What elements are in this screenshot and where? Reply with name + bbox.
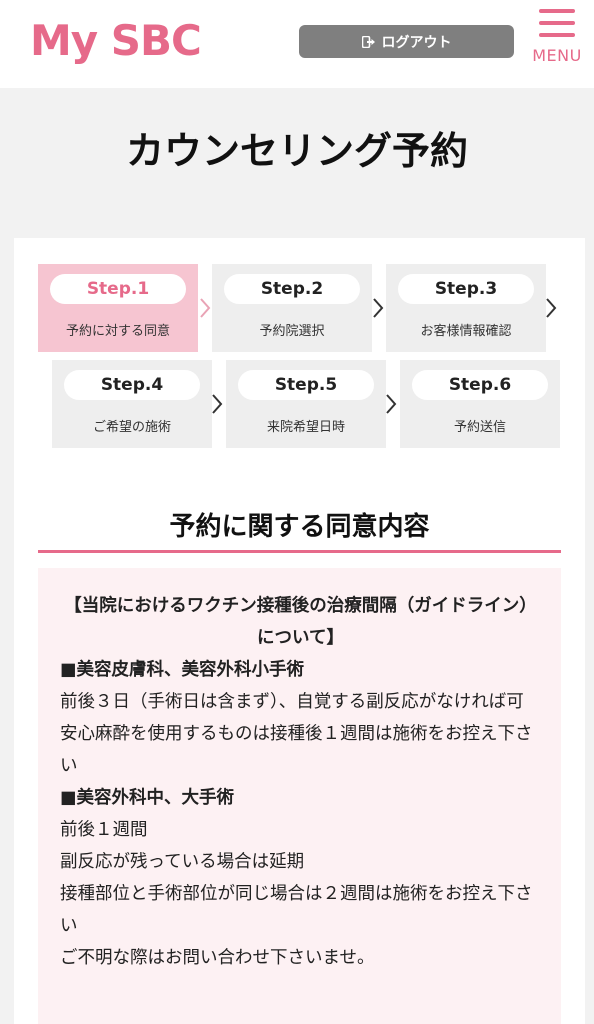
step-2: Step.2 予約院選択 xyxy=(212,264,372,352)
consent-closing: ご不明な際はお問い合わせ下さいませ。 xyxy=(60,948,375,968)
step-5: Step.5 来院希望日時 xyxy=(226,360,386,448)
step-number: Step.2 xyxy=(224,274,360,304)
step-4: Step.4 ご希望の施術 xyxy=(52,360,212,448)
consent-text: 安心麻酔を使用するものは接種後１週間は施術をお控え下さい xyxy=(60,724,533,776)
consent-content: 【当院におけるワクチン接種後の治療間隔（ガイドライン）について】 ■美容皮膚科、… xyxy=(38,568,561,1024)
step-1: Step.1 予約に対する同意 xyxy=(38,264,198,352)
step-label: 予約送信 xyxy=(453,420,506,435)
step-label: お客様情報確認 xyxy=(420,324,512,339)
consent-text: 前後３日（手術日は含まず）、自覚する副反応がなければ可 xyxy=(60,692,524,712)
chevron-right-icon xyxy=(200,298,211,318)
consent-text: 接種部位と手術部位が同じ場合は２週間は施術をお控え下さい xyxy=(60,884,533,936)
site-logo[interactable]: My SBC xyxy=(30,16,202,65)
section-divider xyxy=(38,550,561,553)
menu-label: MENU xyxy=(532,46,582,65)
major-surgery-title: ■美容外科中、大手術 xyxy=(60,788,235,808)
chevron-right-icon xyxy=(386,394,397,414)
logout-icon xyxy=(361,35,376,48)
step-label: 予約に対する同意 xyxy=(65,324,170,339)
section-title: 予約に関する同意内容 xyxy=(169,512,430,542)
step-number: Step.6 xyxy=(412,370,548,400)
step-label: ご希望の施術 xyxy=(92,420,171,435)
consent-text: 前後１週間 xyxy=(60,820,148,840)
step-number: Step.1 xyxy=(50,274,186,304)
step-number: Step.4 xyxy=(64,370,200,400)
reservation-card: Step.1 予約に対する同意 Step.2 予約院選択 Step.3 お客様情… xyxy=(14,238,585,1024)
step-number: Step.3 xyxy=(398,274,534,304)
logout-label: ログアウト xyxy=(381,34,452,51)
chevron-right-icon xyxy=(212,394,223,414)
site-header: My SBC ログアウト MENU xyxy=(0,0,594,88)
step-label: 予約院選択 xyxy=(259,324,325,339)
chevron-right-icon xyxy=(373,298,384,318)
consent-heading: 【当院におけるワクチン接種後の治療間隔（ガイドライン）について】 xyxy=(64,596,537,648)
chevron-right-icon xyxy=(546,298,557,318)
step-number: Step.5 xyxy=(238,370,374,400)
page-title: カウンセリング予約 xyxy=(125,129,468,173)
step-label: 来院希望日時 xyxy=(266,420,345,435)
consent-text: 副反応が残っている場合は延期 xyxy=(60,852,305,872)
step-6: Step.6 予約送信 xyxy=(400,360,560,448)
hamburger-icon xyxy=(539,9,575,37)
logout-button[interactable]: ログアウト xyxy=(299,25,514,58)
menu-button[interactable]: MENU xyxy=(530,6,584,72)
minor-surgery-title: ■美容皮膚科、美容外科小手術 xyxy=(60,660,305,680)
step-3: Step.3 お客様情報確認 xyxy=(386,264,546,352)
